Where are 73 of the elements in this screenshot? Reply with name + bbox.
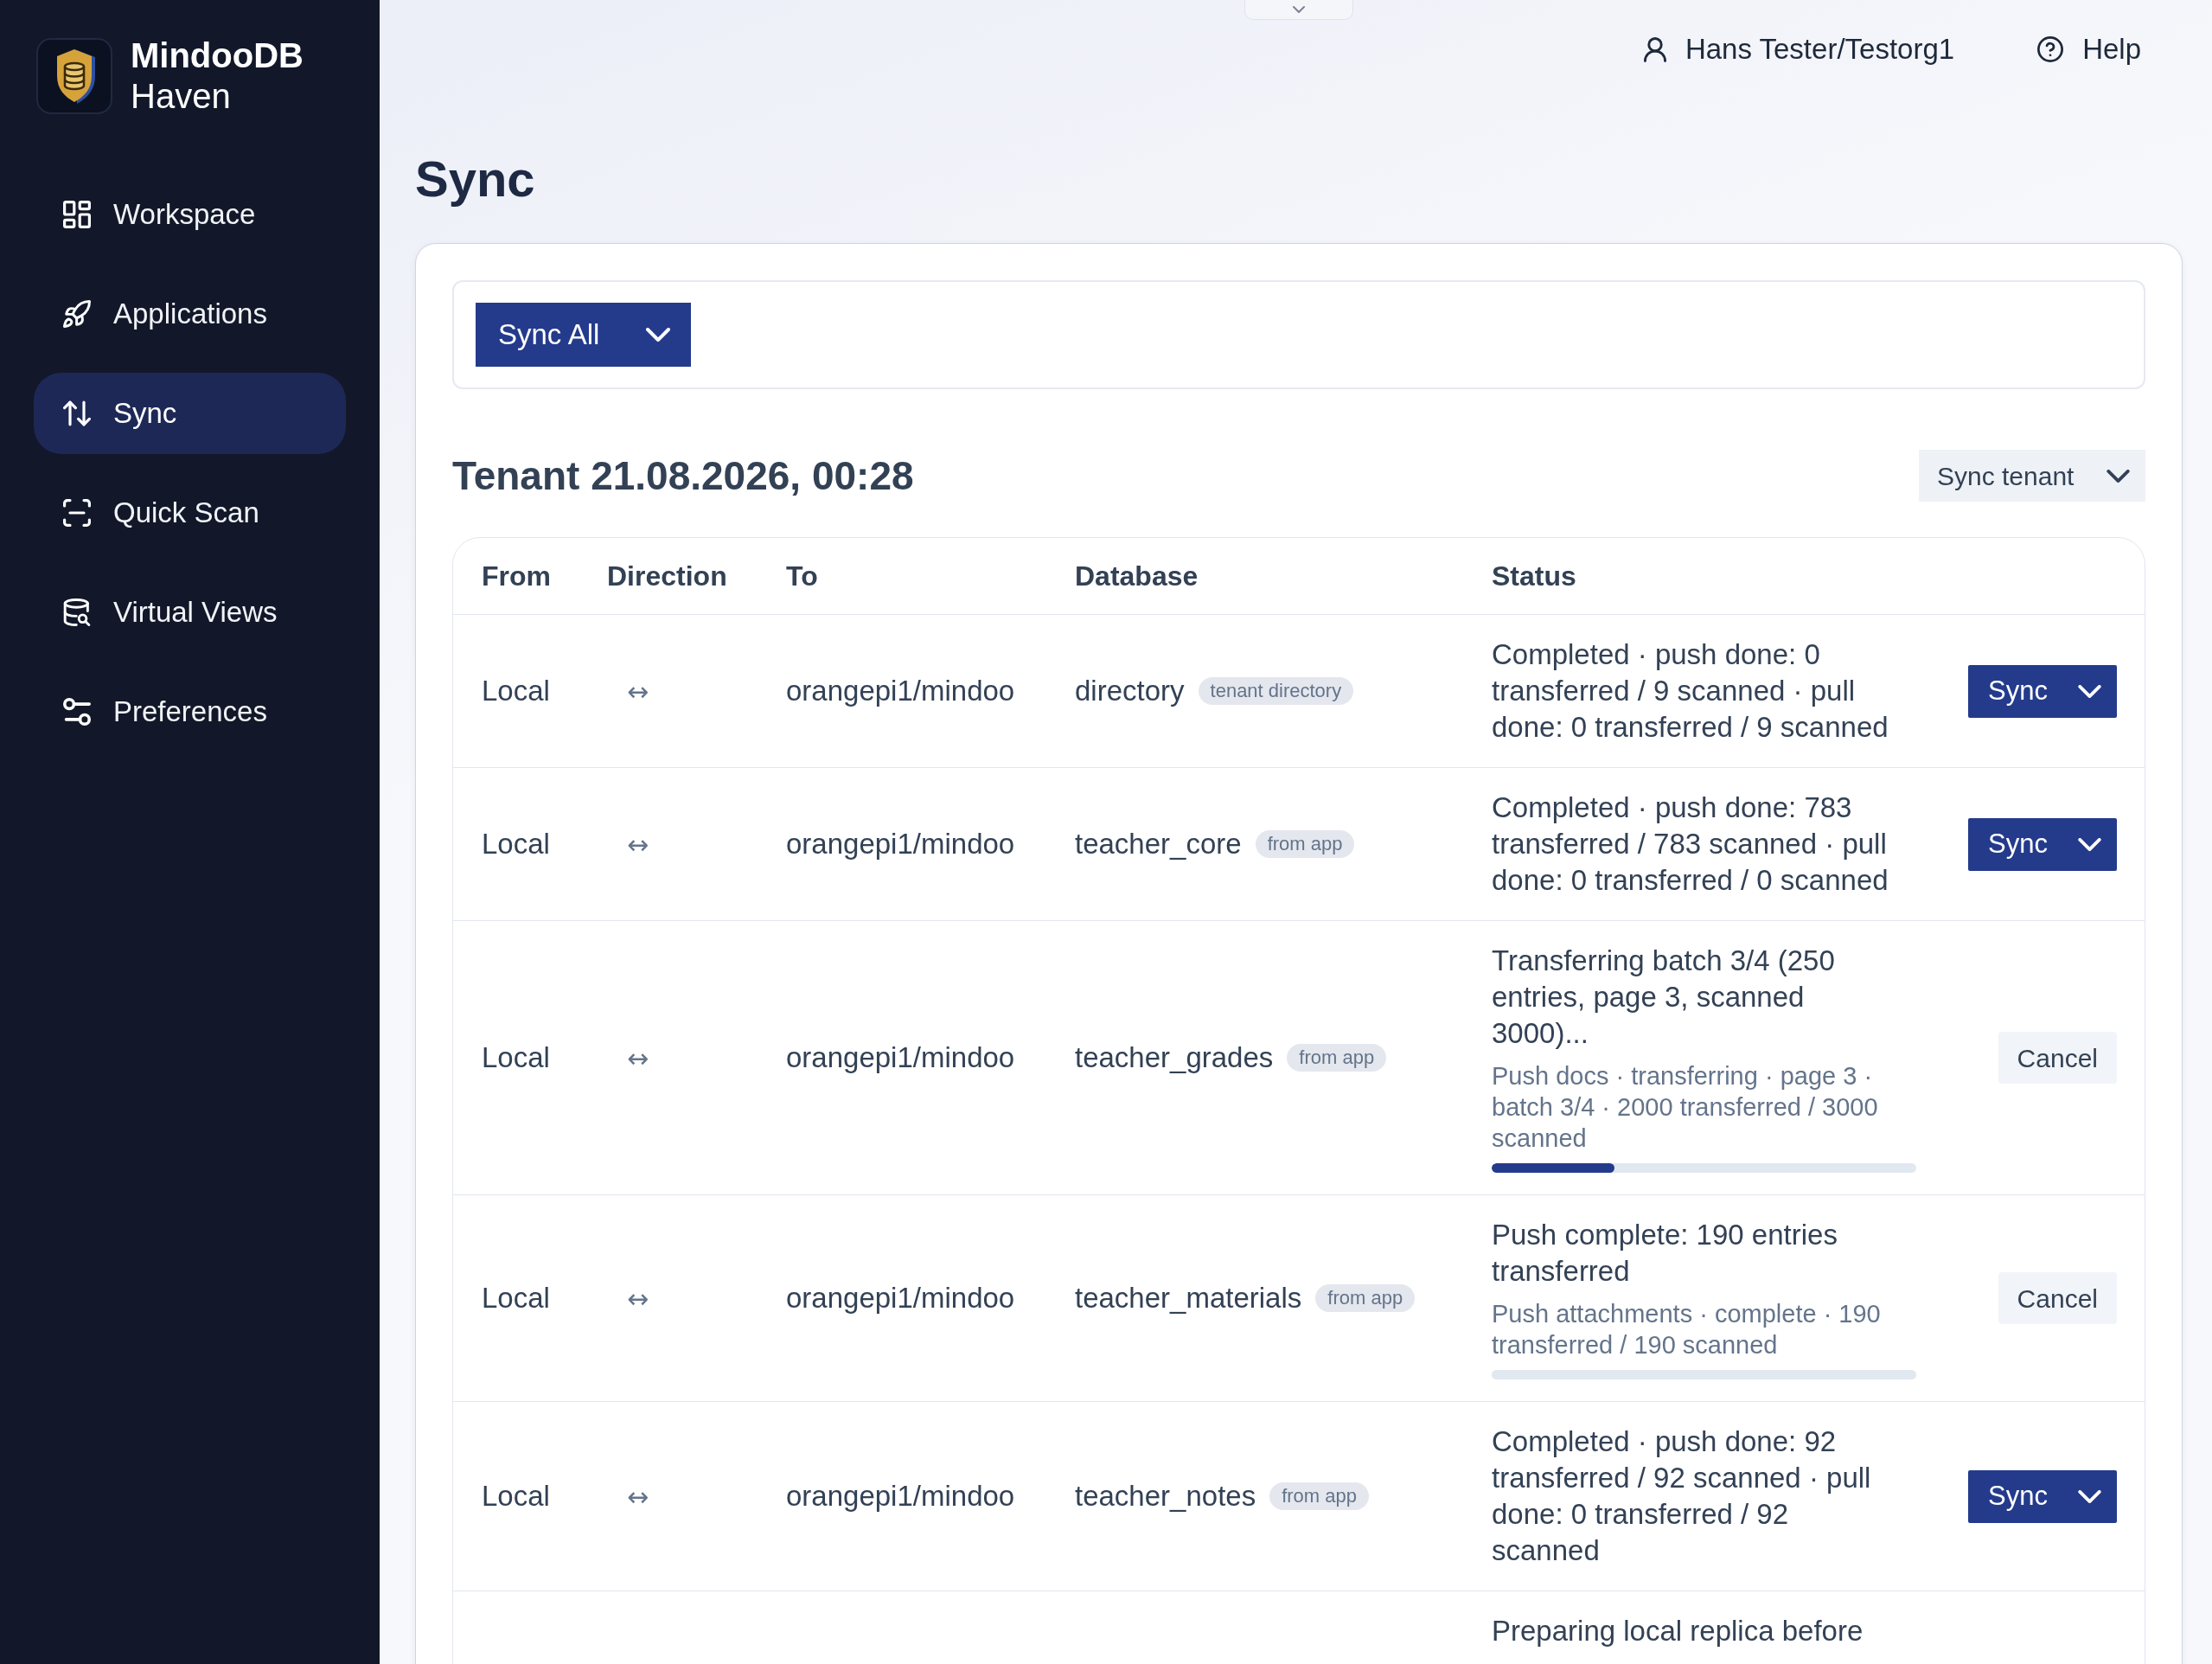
status-text: Transferring batch 3/4 (250 entries, page 3, scanned 3000)... xyxy=(1492,944,1836,1051)
column-header: Direction xyxy=(607,560,727,592)
target-text: orangepi1/mindoo xyxy=(786,1282,1015,1315)
cancel-button[interactable]: Cancel xyxy=(1998,1272,2117,1324)
chevron-down-icon xyxy=(2078,837,2101,851)
status-text: Completed · push done: 0 transferred / 9 scanned · pull done: 0 transferred / 9 scanned xyxy=(1492,637,1889,745)
rocket-icon xyxy=(63,300,91,328)
sliders-icon xyxy=(63,698,91,726)
user-icon xyxy=(1643,36,1666,62)
chevron-down-icon xyxy=(646,328,670,342)
direction-arrow: ↔ xyxy=(627,829,649,860)
source-badge: from app xyxy=(1315,1284,1416,1312)
direction-arrow: ↔ xyxy=(627,1481,649,1512)
chevron-down-icon xyxy=(2078,684,2101,698)
sync-tenant-button[interactable]: Sync tenant xyxy=(1919,450,2145,502)
from-text: Local xyxy=(482,1480,550,1513)
sync-all-button[interactable]: Sync All xyxy=(476,303,691,367)
app-subtitle: Haven xyxy=(131,76,232,117)
help-icon xyxy=(2037,36,2064,62)
database-name: teacher_grades xyxy=(1075,1040,1274,1076)
direction-arrow: ↔ xyxy=(627,675,649,707)
target-text: orangepi1/mindoo xyxy=(786,1480,1015,1513)
app-name: MindooDB xyxy=(131,35,304,76)
chevron-down-icon xyxy=(2078,1489,2101,1503)
column-header: Status xyxy=(1492,560,1576,592)
nav-item[interactable]: Quick Scan xyxy=(34,472,346,554)
collapse-button[interactable] xyxy=(1244,0,1353,20)
status-detail: Push docs · transferring · page 3 · batch 3/4 · 2000 transferred / 3000 scanned xyxy=(1492,1061,1879,1154)
status-text: Completed · push done: 92 transferred / 92 scanned · pull done: 0 transferred / 92 scanned xyxy=(1492,1424,1872,1568)
nav-item[interactable]: Applications xyxy=(34,273,346,355)
direction-arrow: ↔ xyxy=(627,1042,649,1073)
database-name: teacher_core xyxy=(1075,827,1242,862)
tenant-heading: Tenant 21.08.2026, 00:28 xyxy=(452,452,914,500)
nav-item[interactable]: Sync xyxy=(34,373,346,454)
sync-button[interactable]: Sync xyxy=(1968,817,2117,871)
sync-button[interactable]: Sync xyxy=(1968,1469,2117,1523)
help-link[interactable]: Help xyxy=(2037,31,2141,67)
status-text: Push complete: 190 entries transferred xyxy=(1492,1218,1838,1289)
status-detail: Push attachments · complete · 190 transferred / 190 scanned xyxy=(1492,1299,1882,1360)
dashboard-icon xyxy=(63,201,91,228)
database-search-icon xyxy=(63,598,91,626)
nav-item[interactable]: Virtual Views xyxy=(34,572,346,653)
cancel-button[interactable]: Cancel xyxy=(1998,1032,2117,1084)
user-menu[interactable]: Hans Tester/Testorg1 xyxy=(1643,31,1955,67)
status-text: Completed · push done: 783 transferred / 783 scanned · pull done: 0 transferred / 0 scanned xyxy=(1492,790,1889,898)
database-name: teacher_notes xyxy=(1075,1479,1256,1514)
arrows-up-down-icon xyxy=(63,400,91,427)
scan-icon xyxy=(63,499,91,527)
column-header: Database xyxy=(1075,560,1199,592)
logo-icon xyxy=(36,38,112,114)
source-badge: tenant directory xyxy=(1198,677,1354,705)
status-text: Preparing local replica before xyxy=(1492,1614,1864,1648)
target-text: orangepi1/mindoo xyxy=(786,675,1015,707)
database-name: directory xyxy=(1075,674,1185,709)
from-text: Local xyxy=(482,1282,550,1315)
database-name: teacher_materials xyxy=(1075,1281,1302,1316)
page-title: Sync xyxy=(415,150,535,208)
chevron-down-icon xyxy=(2107,469,2130,483)
source-badge: from app xyxy=(1269,1482,1369,1510)
from-text: Local xyxy=(482,828,550,861)
source-badge: from app xyxy=(1255,830,1355,858)
column-header: To xyxy=(786,560,818,592)
target-text: orangepi1/mindoo xyxy=(786,1041,1015,1074)
nav-item[interactable]: Workspace xyxy=(34,174,346,255)
from-text: Local xyxy=(482,675,550,707)
chevron-down-icon xyxy=(1293,6,1305,13)
source-badge: from app xyxy=(1287,1044,1387,1072)
column-header: From xyxy=(482,560,551,592)
nav-item[interactable]: Preferences xyxy=(34,671,346,752)
sync-button[interactable]: Sync xyxy=(1968,664,2117,718)
direction-arrow: ↔ xyxy=(627,1283,649,1314)
from-text: Local xyxy=(482,1041,550,1074)
target-text: orangepi1/mindoo xyxy=(786,828,1015,861)
